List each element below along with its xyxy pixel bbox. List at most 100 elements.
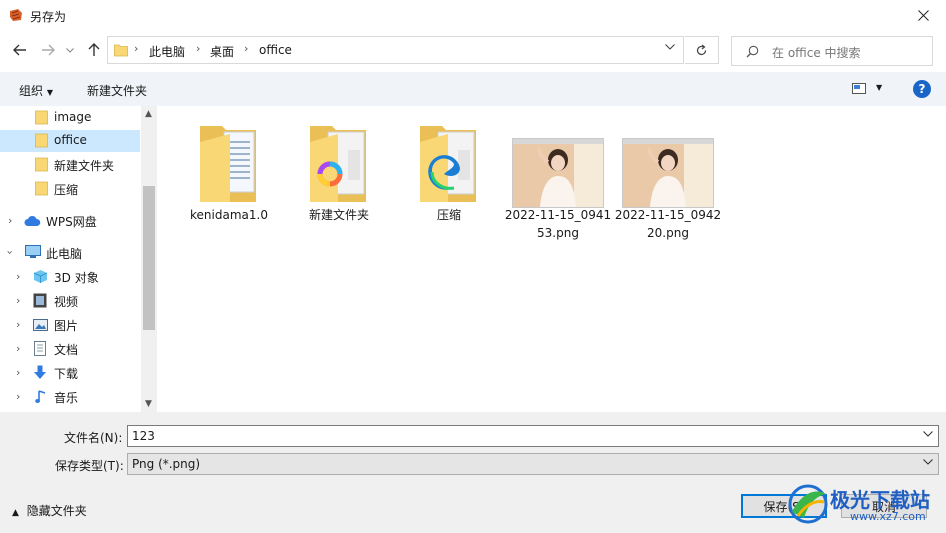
computer-icon: [25, 245, 41, 258]
chevron-down-icon: [66, 47, 74, 53]
breadcrumb-separator: ›: [134, 42, 139, 55]
watermark-text: 极光下载站: [830, 488, 930, 512]
chevron-right-icon[interactable]: ›: [16, 366, 20, 379]
recent-locations-button[interactable]: [62, 39, 78, 61]
close-button[interactable]: [900, 0, 946, 31]
nav-item-wps-cloud[interactable]: › WPS网盘: [0, 210, 140, 232]
nav-item-label: 音乐: [54, 391, 79, 405]
forward-button[interactable]: [37, 39, 59, 61]
music-icon: [35, 390, 46, 403]
nav-item-downloads[interactable]: › 下载: [0, 362, 140, 384]
close-icon: [917, 10, 929, 21]
search-icon: [746, 45, 759, 58]
toolbar: 组织 ▼ 新建文件夹 ▼: [0, 72, 946, 106]
file-item[interactable]: 2022-11-15_094220.png: [613, 120, 723, 242]
chevron-right-icon[interactable]: ›: [16, 294, 20, 307]
nav-item-music[interactable]: › 音乐: [0, 386, 140, 408]
nav-item-label: 压缩: [54, 183, 79, 197]
chevron-right-icon[interactable]: ›: [16, 270, 20, 283]
navigation-pane[interactable]: image office 新建文件夹 压缩 › WPS网盘 › 此电脑 › 3D…: [0, 106, 157, 412]
folder-icon: [114, 44, 128, 57]
folder-colorful-icon: [284, 120, 394, 206]
nav-scrollbar[interactable]: ▲ ▼: [141, 106, 157, 412]
filetype-value: Png (*.png): [132, 457, 201, 471]
refresh-button[interactable]: [685, 36, 719, 64]
picture-icon: [33, 319, 48, 331]
hide-folders-toggle[interactable]: ▲ 隐藏文件夹: [12, 502, 87, 519]
document-icon: [34, 341, 46, 356]
organize-label: 组织: [19, 84, 44, 98]
chevron-down-icon[interactable]: [665, 44, 675, 50]
folder-edge-icon: [394, 120, 504, 206]
view-options-button[interactable]: ▼: [852, 83, 882, 97]
arrow-up-icon: [88, 43, 100, 56]
folder-icon: [35, 157, 48, 172]
nav-item-this-pc[interactable]: › 此电脑: [0, 242, 140, 264]
filetype-select[interactable]: Png (*.png): [127, 453, 939, 475]
nav-item-3d-objects[interactable]: › 3D 对象: [0, 266, 140, 288]
nav-item-videos[interactable]: › 视频: [0, 290, 140, 312]
nav-item-compress[interactable]: 压缩: [0, 178, 140, 200]
image-thumbnail: [503, 120, 613, 208]
nav-item-label: 视频: [54, 295, 79, 309]
app-icon: [10, 9, 22, 21]
file-item[interactable]: 压缩: [394, 120, 504, 224]
cloud-icon: [24, 215, 41, 226]
nav-item-new-folder[interactable]: 新建文件夹: [0, 154, 140, 176]
address-bar[interactable]: › 此电脑 › 桌面 › office: [107, 36, 684, 64]
scroll-down-icon[interactable]: ▼: [145, 399, 152, 409]
nav-item-pictures[interactable]: › 图片: [0, 314, 140, 336]
watermark-url: www.xz7.com: [850, 510, 926, 523]
search-box[interactable]: 在 office 中搜索: [731, 36, 933, 66]
file-name: 2022-11-15_094220.png: [614, 208, 722, 240]
nav-item-label: office: [54, 133, 87, 147]
nav-item-image[interactable]: image: [0, 107, 140, 129]
nav-item-label: WPS网盘: [46, 215, 97, 229]
folder-icon: [35, 181, 48, 196]
folder-icon: [35, 133, 48, 148]
arrow-right-icon: [42, 44, 55, 56]
chevron-down-icon[interactable]: [923, 459, 933, 465]
scroll-up-icon[interactable]: ▲: [145, 109, 152, 119]
chevron-right-icon[interactable]: ›: [16, 318, 20, 331]
save-as-dialog: 另存为 › 此电脑 › 桌面 › office 在 office 中搜索 组织 …: [0, 0, 946, 533]
nav-item-label: 新建文件夹: [54, 159, 115, 173]
up-button[interactable]: [83, 39, 105, 61]
organize-menu[interactable]: 组织 ▼: [19, 82, 53, 99]
nav-item-office[interactable]: office: [0, 130, 140, 152]
nav-item-label: 文档: [54, 343, 79, 357]
chevron-right-icon[interactable]: ›: [16, 342, 20, 355]
help-icon[interactable]: ?: [913, 80, 931, 98]
search-input[interactable]: 在 office 中搜索: [772, 44, 861, 61]
chevron-down-icon[interactable]: ›: [4, 250, 17, 254]
new-folder-button[interactable]: 新建文件夹: [87, 82, 147, 99]
file-list[interactable]: kenidama1.0 新建文件夹 压缩 2022-11-15_094153.p…: [160, 106, 946, 412]
chevron-right-icon[interactable]: ›: [16, 390, 20, 403]
breadcrumb-desktop[interactable]: 桌面: [210, 43, 234, 60]
breadcrumb-separator: ›: [244, 42, 249, 55]
nav-item-label: 此电脑: [46, 247, 83, 261]
title-bar: 另存为: [0, 0, 946, 32]
filetype-label: 保存类型(T):: [55, 459, 124, 473]
chevron-down-icon[interactable]: [923, 431, 933, 437]
scroll-thumb[interactable]: [143, 186, 155, 330]
caret-down-icon: ▼: [46, 88, 53, 97]
chevron-right-icon[interactable]: ›: [8, 214, 12, 227]
download-icon: [34, 365, 46, 379]
filename-input[interactable]: 123: [127, 425, 939, 447]
nav-item-documents[interactable]: › 文档: [0, 338, 140, 360]
filename-value: 123: [132, 429, 155, 443]
arrow-left-icon: [13, 44, 26, 56]
file-name: 压缩: [436, 208, 461, 222]
back-button[interactable]: [9, 39, 31, 61]
hide-folders-label: 隐藏文件夹: [26, 504, 87, 518]
file-item[interactable]: kenidama1.0: [174, 120, 284, 224]
file-item[interactable]: 2022-11-15_094153.png: [503, 120, 613, 242]
image-thumbnail: [613, 120, 723, 208]
file-item[interactable]: 新建文件夹: [284, 120, 394, 224]
breadcrumb-this-pc[interactable]: 此电脑: [149, 43, 185, 60]
caret-down-icon: ▼: [876, 83, 883, 92]
nav-item-label: image: [54, 110, 92, 124]
breadcrumb-office[interactable]: office: [259, 43, 292, 57]
nav-item-label: 图片: [54, 319, 79, 333]
